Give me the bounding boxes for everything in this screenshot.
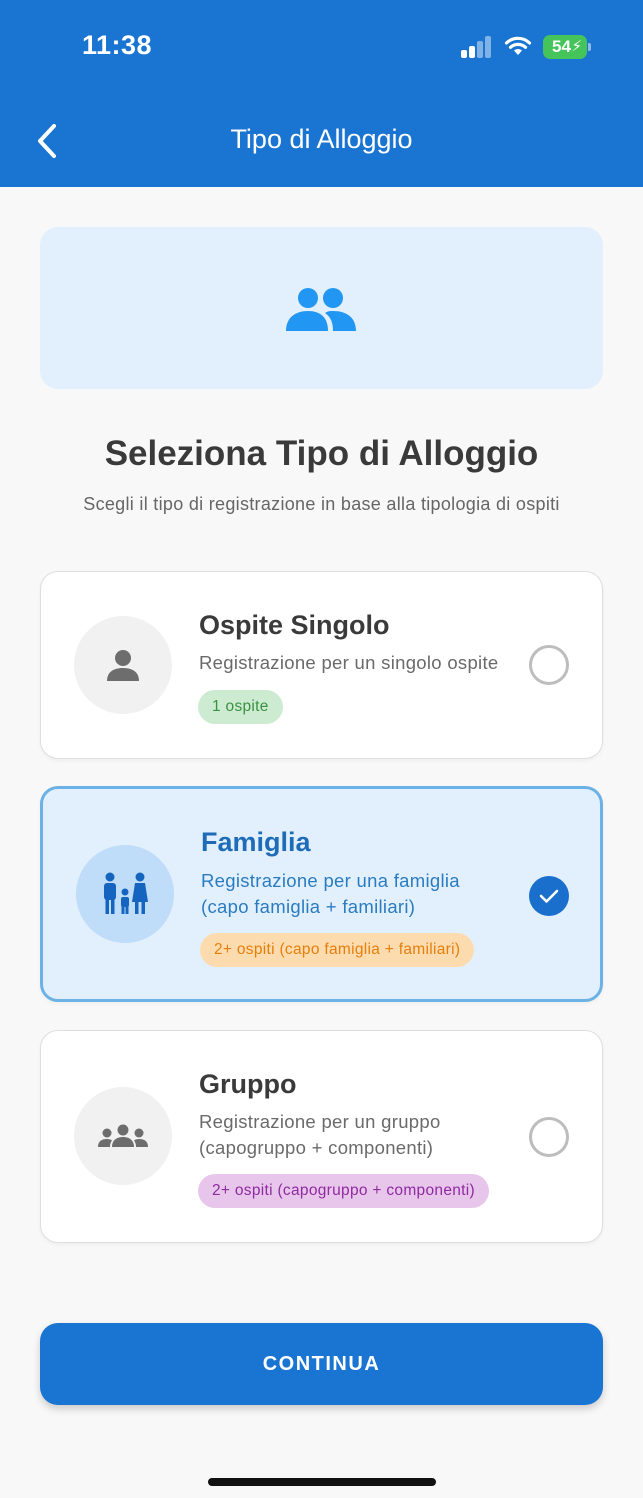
check-icon: [539, 889, 559, 903]
option-icon-circle: [74, 616, 172, 714]
home-indicator: [208, 1478, 436, 1486]
battery-nub: [588, 43, 591, 51]
person-icon: [107, 650, 139, 681]
option-title: Famiglia: [201, 827, 311, 857]
option-description-line: Registrazione per un singolo ospite: [199, 652, 499, 673]
option-title: Ospite Singolo: [199, 610, 390, 640]
battery-indicator: 54 ⚡: [543, 35, 587, 59]
option-description-line: Registrazione per un gruppo: [199, 1111, 441, 1132]
option-description: Registrazione per un singolo ospite: [199, 650, 498, 676]
option-badge: 2+ ospiti (capo famiglia + familiari): [200, 933, 475, 967]
option-description: Registrazione per una famiglia (capo fam…: [201, 868, 460, 920]
group-icon: [98, 1124, 148, 1147]
battery-level: 54: [552, 37, 571, 56]
family-icon: [104, 872, 148, 914]
option-radio[interactable]: [529, 1117, 569, 1157]
option-radio[interactable]: [529, 876, 569, 916]
option-description-line: (capogruppo + componenti): [199, 1137, 434, 1158]
option-card-single[interactable]: Ospite Singolo Registrazione per un sing…: [40, 571, 603, 759]
option-badge: 2+ ospiti (capogruppo + componenti): [198, 1174, 489, 1208]
page-subtitle: Scegli il tipo di registrazione in base …: [83, 494, 560, 514]
cellular-signal-icon: [461, 36, 493, 58]
nav-title: Tipo di Alloggio: [230, 124, 413, 154]
option-icon-circle: [74, 1087, 172, 1185]
option-title: Gruppo: [199, 1069, 297, 1099]
option-radio[interactable]: [529, 645, 569, 685]
status-time: 11:38: [82, 30, 153, 60]
continue-button[interactable]: CONTINUA: [40, 1323, 603, 1405]
option-badge: 1 ospite: [198, 690, 283, 724]
charging-bolt-icon: ⚡: [571, 38, 582, 55]
option-icon-circle: [76, 845, 174, 943]
option-card-family[interactable]: Famiglia Registrazione per una famiglia …: [40, 786, 603, 1002]
page-title: Seleziona Tipo di Alloggio: [104, 434, 539, 473]
option-description: Registrazione per un gruppo (capogruppo …: [199, 1109, 441, 1161]
option-description-line: Registrazione per una famiglia: [201, 870, 460, 891]
option-description-line: (capo famiglia + familiari): [201, 896, 416, 917]
people-icon: [286, 288, 356, 331]
option-card-group[interactable]: Gruppo Registrazione per un gruppo (capo…: [40, 1030, 603, 1243]
app-header: 11:38 54 ⚡ Tipo di Alloggio: [0, 0, 643, 187]
wifi-icon: [504, 36, 532, 55]
